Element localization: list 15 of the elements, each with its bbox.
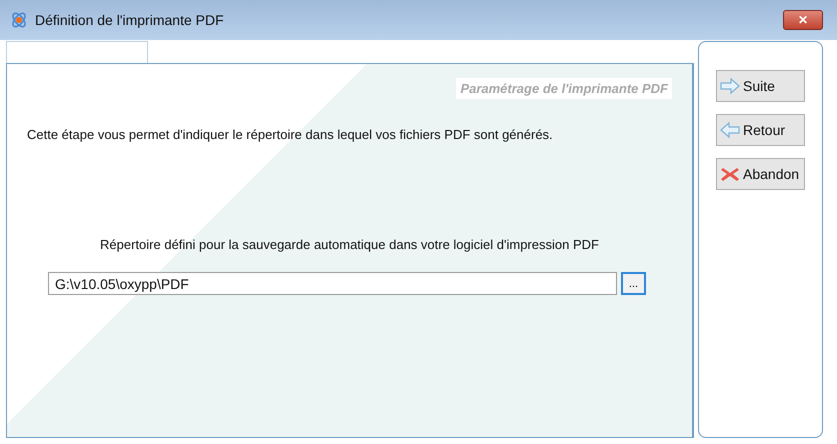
right-arrow-icon: [719, 77, 741, 95]
section-heading: Paramétrage de l'imprimante PDF: [456, 78, 672, 99]
browse-button[interactable]: ...: [621, 272, 646, 295]
atom-icon: [9, 10, 29, 30]
close-button[interactable]: ✕: [783, 10, 823, 30]
next-button[interactable]: Suite: [716, 70, 805, 102]
cancel-button[interactable]: Abandon: [716, 158, 805, 190]
path-field[interactable]: G:\v10.05\oxypp\PDF: [48, 272, 617, 295]
field-label: Répertoire défini pour la sauvegarde automatique dans votre logiciel d'impression PDF: [99, 237, 600, 252]
back-button[interactable]: Retour: [716, 114, 805, 146]
left-arrow-icon: [719, 121, 741, 139]
intro-text: Cette étape vous permet d'indiquer le répertoire dans lequel vos fichiers PDF sont générés.: [27, 127, 554, 142]
tab[interactable]: [6, 41, 148, 63]
window-title: Définition de l'imprimante PDF: [35, 12, 225, 28]
cross-icon: [719, 165, 741, 183]
